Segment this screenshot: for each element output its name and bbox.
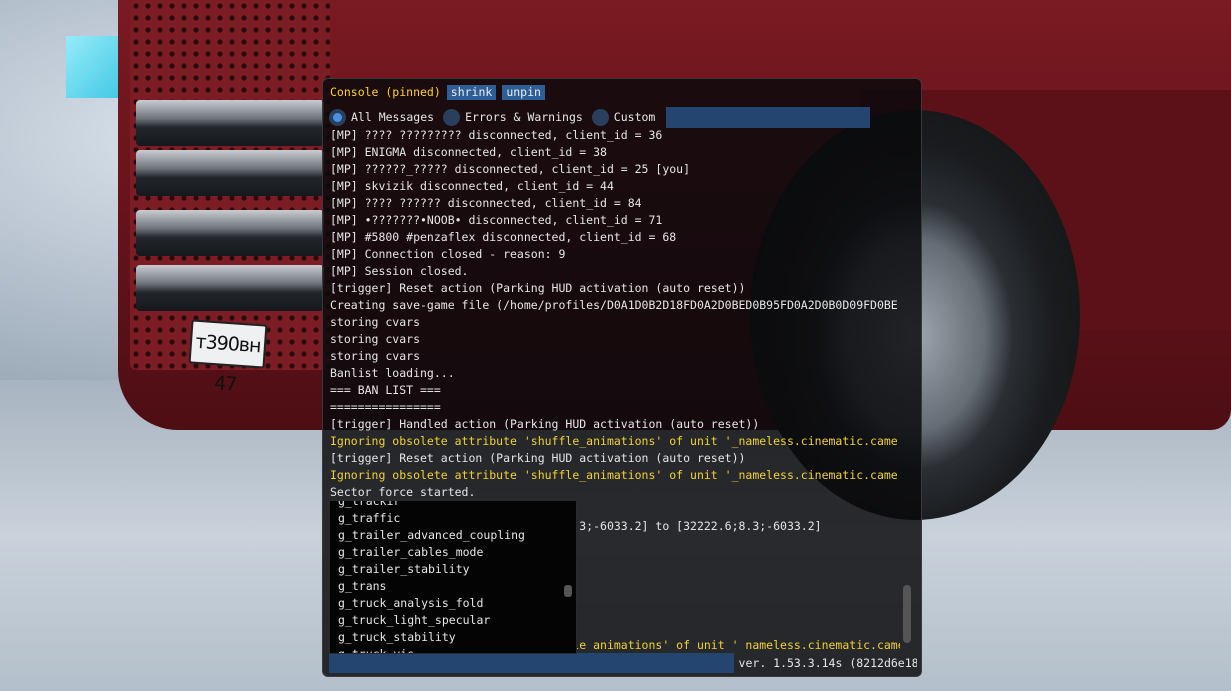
- radio-unselected-icon: [443, 108, 461, 126]
- autocomplete-item[interactable]: g_trans: [330, 578, 576, 595]
- log-line: Sector force started.: [330, 485, 476, 499]
- license-plate: т390вн 47: [188, 319, 268, 396]
- autocomplete-item[interactable]: g_truck_analysis_fold: [330, 595, 576, 612]
- autocomplete-item[interactable]: g_traffic: [330, 510, 576, 527]
- grille-bar: [136, 265, 324, 311]
- log-line: [MP] Session closed.: [330, 264, 469, 278]
- filter-label: Errors & Warnings: [465, 110, 583, 124]
- radio-selected-icon: [329, 108, 346, 126]
- filter-custom[interactable]: Custom: [591, 108, 656, 126]
- log-line: [MP] skvizik disconnected, client_id = 4…: [330, 179, 614, 193]
- autocomplete-popup: g_trackir g_traffic g_trailer_advanced_cou…: [329, 500, 577, 654]
- log-line: Banlist loading...: [330, 366, 455, 380]
- log-line: [MP] ??????_????? disconnected, client_i…: [330, 162, 691, 176]
- log-line: storing cvars: [330, 315, 421, 329]
- log-line: Ignoring obsolete attribute 'shuffle_ani…: [330, 468, 898, 482]
- radio-unselected-icon: [591, 108, 609, 126]
- autocomplete-item[interactable]: g_trailer_cables_mode: [330, 544, 576, 561]
- log-line: ================: [330, 400, 441, 414]
- shrink-button[interactable]: shrink: [446, 84, 497, 100]
- autocomplete-item[interactable]: g_truck_stability: [330, 629, 576, 646]
- log-line: [MP] •???????•NOOB• disconnected, client…: [330, 213, 663, 227]
- filter-label: All Messages: [351, 110, 435, 124]
- autocomplete-item[interactable]: g_trackir: [330, 501, 576, 510]
- log-line: Ignoring obsolete attribute 'shuffle_ani…: [330, 434, 898, 448]
- log-line: [MP] ???? ????????? disconnected, client…: [330, 128, 663, 142]
- log-line: === BAN LIST ===: [330, 383, 441, 397]
- popup-scrollbar-thumb[interactable]: [564, 585, 572, 597]
- log-line: [MP] ENIGMA disconnected, client_id = 38: [330, 145, 607, 159]
- grille-bar: [136, 210, 324, 256]
- log-line: [trigger] Reset action (Parking HUD acti…: [330, 451, 746, 465]
- autocomplete-item[interactable]: g_trailer_stability: [330, 561, 576, 578]
- log-line: [MP] Connection closed - reason: 9: [330, 247, 566, 261]
- unpin-button[interactable]: unpin: [502, 84, 545, 100]
- log-line: storing cvars: [330, 349, 421, 363]
- command-bar: ver. 1.53.3.14s (8212d6e18: [329, 653, 917, 673]
- grille-bar: [136, 100, 324, 146]
- filter-all-messages[interactable]: All Messages: [329, 108, 435, 126]
- command-input[interactable]: [329, 653, 734, 673]
- custom-filter-input[interactable]: [666, 106, 871, 128]
- autocomplete-item[interactable]: g_truck_light_specular: [330, 612, 576, 629]
- log-line: [MP] ???? ?????? disconnected, client_id…: [330, 196, 642, 210]
- log-line: [trigger] Reset action (Parking HUD acti…: [330, 281, 746, 295]
- log-line: Creating save-game file (/home/profiles/…: [330, 298, 898, 312]
- log-line: storing cvars: [330, 332, 421, 346]
- filter-label: Custom: [613, 110, 656, 124]
- autocomplete-item[interactable]: g_truck_vis: [330, 646, 576, 653]
- console-title: Console (pinned): [330, 85, 441, 99]
- log-scrollbar[interactable]: [901, 131, 913, 649]
- log-line: [trigger] Handled action (Parking HUD ac…: [330, 417, 760, 431]
- version-label: ver. 1.53.3.14s (8212d6e18: [738, 656, 917, 670]
- filter-errors-warnings[interactable]: Errors & Warnings: [443, 108, 583, 126]
- autocomplete-item[interactable]: g_trailer_advanced_coupling: [330, 527, 576, 544]
- checkpoint-cube: [66, 36, 118, 98]
- grille-bar: [136, 150, 324, 196]
- filter-bar: All Messages Errors & Warnings Custom: [329, 106, 915, 128]
- console-titlebar: Console (pinned) shrink unpin: [330, 82, 545, 102]
- log-line: [MP] #5800 #penzaflex disconnected, clie…: [330, 230, 677, 244]
- scrollbar-thumb[interactable]: [903, 585, 911, 643]
